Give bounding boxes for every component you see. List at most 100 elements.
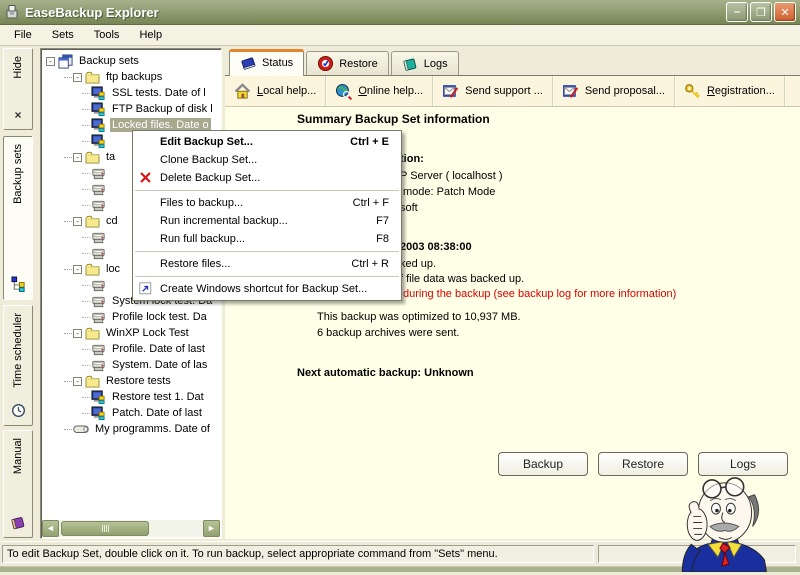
sidebar-tab-time-scheduler[interactable]: Time scheduler (3, 305, 33, 426)
tree-item-my-programms-date-of[interactable]: My programms. Date of (42, 421, 220, 437)
close-button[interactable]: ✕ (774, 2, 796, 22)
tree-item-winxp-lock-test[interactable]: -WinXP Lock Test (42, 325, 220, 341)
menu-separator (135, 190, 399, 191)
tree-item-restore-test-1-dat[interactable]: Restore test 1. Dat (42, 389, 220, 405)
toolbar-button-local-help[interactable]: Local help... (225, 76, 326, 106)
menu-file[interactable]: File (4, 27, 42, 43)
tree-connector (82, 109, 90, 110)
sidebar-tab-backup-sets[interactable]: Backup sets (3, 136, 33, 300)
tab-label: Status (262, 57, 293, 69)
computer-icon (91, 390, 106, 405)
menu-sets[interactable]: Sets (42, 27, 84, 43)
tree-connector (82, 285, 90, 286)
tree-expander-minus[interactable]: - (73, 329, 82, 338)
tab-label: Restore (339, 58, 378, 70)
toolbar-button-send-support[interactable]: Send support ... (433, 76, 553, 106)
book-purple-icon (10, 515, 27, 530)
drive-icon (91, 166, 106, 181)
tree-connector (64, 77, 72, 78)
menu-item-shortcut: F7 (376, 215, 389, 227)
archives-line: 6 backup archives were sent. (317, 327, 459, 339)
tree-item-label: Patch. Date of last (110, 406, 204, 420)
tree-item-profile-lock-test-da[interactable]: Profile lock test. Da (42, 309, 220, 325)
scroll-left-button[interactable]: ◄ (42, 520, 59, 537)
menu-item-shortcut: Ctrl + E (350, 136, 389, 148)
menu-separator (135, 276, 399, 277)
summary-fragment: f file data was backed up. (400, 273, 524, 285)
tree-connector (64, 221, 72, 222)
tab-restore[interactable]: Restore (306, 51, 389, 75)
context-menu-item-create-windows-shortcut-for-backup-set[interactable]: Create Windows shortcut for Backup Set..… (133, 280, 401, 298)
sidebar-tab-label: Hide (12, 56, 24, 79)
scroll-thumb[interactable] (61, 521, 149, 536)
sidebar-tab-label: Time scheduler (12, 313, 24, 388)
tree-item-label: System. Date of las (110, 358, 209, 372)
tab-logs[interactable]: Logs (391, 51, 459, 75)
tree-horizontal-scrollbar[interactable]: ◄ ► (42, 520, 220, 537)
sidebar-tab-manual[interactable]: Manual (3, 430, 33, 538)
menu-item-label: Run full backup... (160, 233, 245, 245)
tree-item-patch-date-of-last[interactable]: Patch. Date of last (42, 405, 220, 421)
restore-button[interactable]: ❐ (750, 2, 772, 22)
tree-expander-minus[interactable]: - (73, 217, 82, 226)
globe-icon (335, 83, 352, 100)
tree-item-label: FTP Backup of disk l (110, 102, 215, 116)
sidebar-tab-label: Manual (12, 438, 24, 474)
tree-item-system-date-of-las[interactable]: System. Date of las (42, 357, 220, 373)
context-menu-item-delete-backup-set[interactable]: Delete Backup Set... (133, 169, 401, 187)
disk-icon (73, 422, 89, 436)
app-icon (4, 4, 20, 20)
tree-expander-minus[interactable]: - (73, 153, 82, 162)
minimize-button[interactable]: – (726, 2, 748, 22)
tree-item-profile-date-of-last[interactable]: Profile. Date of last (42, 341, 220, 357)
toolbar-button-registration[interactable]: Registration... (675, 76, 785, 106)
context-menu-item-restore-files[interactable]: Restore files...Ctrl + R (133, 255, 401, 273)
context-menu-item-run-full-backup[interactable]: Run full backup...F8 (133, 230, 401, 248)
tree-expander-minus[interactable]: - (46, 57, 55, 66)
easebackup-window: { "window": { "title": "EaseBackup Explo… (0, 0, 800, 572)
tree-item-ssl-tests-date-of-l[interactable]: SSL tests. Date of l (42, 85, 220, 101)
tree-item-label (110, 284, 114, 286)
menu-item-shortcut: Ctrl + R (351, 258, 389, 270)
context-menu-item-files-to-backup[interactable]: Files to backup...Ctrl + F (133, 194, 401, 212)
scroll-right-button[interactable]: ► (203, 520, 220, 537)
menu-tools[interactable]: Tools (84, 27, 130, 43)
toolbar-button-online-help[interactable]: Online help... (326, 76, 433, 106)
tree-item-ftp-backups[interactable]: - ftp backups (42, 69, 220, 85)
menu-item-shortcut: Ctrl + F (353, 197, 389, 209)
menu-separator (135, 251, 399, 252)
menu-help[interactable]: Help (129, 27, 172, 43)
toolbar-button-send-proposal[interactable]: Send proposal... (553, 76, 675, 106)
context-menu-item-clone-backup-set[interactable]: Clone Backup Set... (133, 151, 401, 169)
tab-status[interactable]: Status (229, 49, 304, 76)
window-title: EaseBackup Explorer (25, 5, 724, 20)
backup-button[interactable]: Backup (498, 452, 588, 476)
context-menu-item-run-incremental-backup[interactable]: Run incremental backup... F7 (133, 212, 401, 230)
tree-item-label (110, 188, 114, 190)
summary-fragment: 2003 08:38:00 (400, 241, 472, 253)
tree-expander-minus[interactable]: - (73, 377, 82, 386)
computer-icon (91, 118, 106, 133)
tree-item-ftp-backup-of-disk-l[interactable]: FTP Backup of disk l (42, 101, 220, 117)
summary-fragment: tion: (400, 153, 424, 165)
tree-expander-minus[interactable]: - (73, 265, 82, 274)
menu-item-label: Create Windows shortcut for Backup Set..… (160, 283, 367, 295)
tree-item-backup-sets[interactable]: -Backup sets (42, 53, 220, 69)
sidebar-tab-hide[interactable]: Hide× (3, 48, 33, 130)
tree-item-label: ftp backups (104, 70, 164, 84)
tree-connector (64, 157, 72, 158)
menu-item-label: Run incremental backup... (160, 215, 288, 227)
tree-connector (82, 317, 90, 318)
summary-fragment: during the backup (see backup log for mo… (403, 288, 676, 300)
folder-icon (85, 375, 100, 388)
context-menu-item-edit-backup-set[interactable]: Edit Backup Set...Ctrl + E (133, 133, 401, 151)
drive-icon (91, 294, 106, 309)
backup-squares-icon (11, 276, 26, 292)
tree-item-restore-tests[interactable]: -Restore tests (42, 373, 220, 389)
summary-fragment: P Server ( localhost ) (400, 170, 503, 182)
drive-icon (91, 278, 106, 293)
tree-expander-minus[interactable]: - (73, 73, 82, 82)
book-teal-icon (402, 56, 419, 72)
red-x-icon (139, 171, 152, 184)
optimized-line: This backup was optimized to 10,937 MB. (317, 311, 521, 323)
